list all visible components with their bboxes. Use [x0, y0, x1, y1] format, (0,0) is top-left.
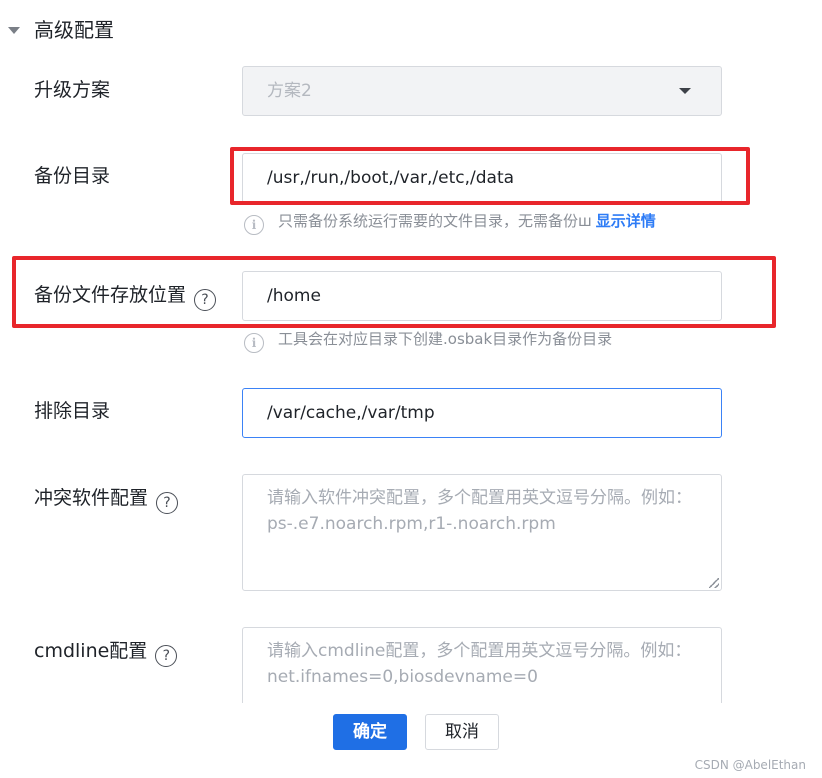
- collapse-caret-icon[interactable]: [8, 27, 20, 34]
- dropdown-arrow-icon: [679, 88, 691, 94]
- upgrade-plan-label: 升级方案: [34, 79, 111, 101]
- cmdline-label: cmdline配置?: [34, 637, 178, 667]
- exclude-dir-label: 排除目录: [34, 400, 111, 422]
- backup-location-hint-text: 工具会在对应目录下创建.osbak目录作为备份目录: [278, 330, 613, 348]
- section-title[interactable]: 高级配置: [34, 16, 114, 44]
- highlight-box-backup-dir: [230, 147, 750, 205]
- cmdline-label-text: cmdline配置: [34, 640, 148, 662]
- watermark: CSDN @AbelEthan: [694, 758, 806, 772]
- confirm-button[interactable]: 确定: [333, 714, 407, 750]
- conflict-software-label: 冲突软件配置?: [34, 484, 179, 514]
- show-details-link[interactable]: 显示详情: [596, 212, 656, 230]
- cancel-button[interactable]: 取消: [425, 714, 499, 750]
- conflict-software-textarea[interactable]: 请输入软件冲突配置，多个配置用英文逗号分隔。例如：ps-.e7.noarch.r…: [242, 474, 722, 591]
- exclude-dir-input[interactable]: /var/cache,/var/tmp: [242, 388, 722, 438]
- upgrade-plan-value: 方案2: [267, 81, 312, 101]
- backup-dir-label: 备份目录: [34, 165, 111, 187]
- cmdline-textarea[interactable]: 请输入cmdline配置，多个配置用英文逗号分隔。例如：net.ifnames=…: [242, 627, 722, 703]
- backup-location-hint: i 工具会在对应目录下创建.osbak目录作为备份目录: [244, 328, 612, 353]
- conflict-software-label-text: 冲突软件配置: [34, 487, 149, 509]
- resize-grip-icon[interactable]: [709, 578, 719, 588]
- backup-dir-hint: i 只需备份系统运行需要的文件目录，无需备份ш 显示详情: [244, 210, 656, 235]
- highlight-box-backup-location: [12, 256, 776, 328]
- info-icon: i: [244, 333, 264, 353]
- conflict-software-placeholder: 请输入软件冲突配置，多个配置用英文逗号分隔。例如：ps-.e7.noarch.r…: [267, 488, 692, 534]
- upgrade-plan-select[interactable]: 方案2: [242, 66, 722, 116]
- help-question-icon[interactable]: ?: [156, 492, 179, 514]
- help-question-icon[interactable]: ?: [155, 645, 178, 667]
- exclude-dir-value: /var/cache,/var/tmp: [267, 403, 435, 423]
- cmdline-placeholder: 请输入cmdline配置，多个配置用英文逗号分隔。例如：net.ifnames=…: [267, 641, 692, 687]
- backup-dir-hint-text: 只需备份系统运行需要的文件目录，无需备份ш: [278, 212, 592, 230]
- info-icon: i: [244, 215, 264, 235]
